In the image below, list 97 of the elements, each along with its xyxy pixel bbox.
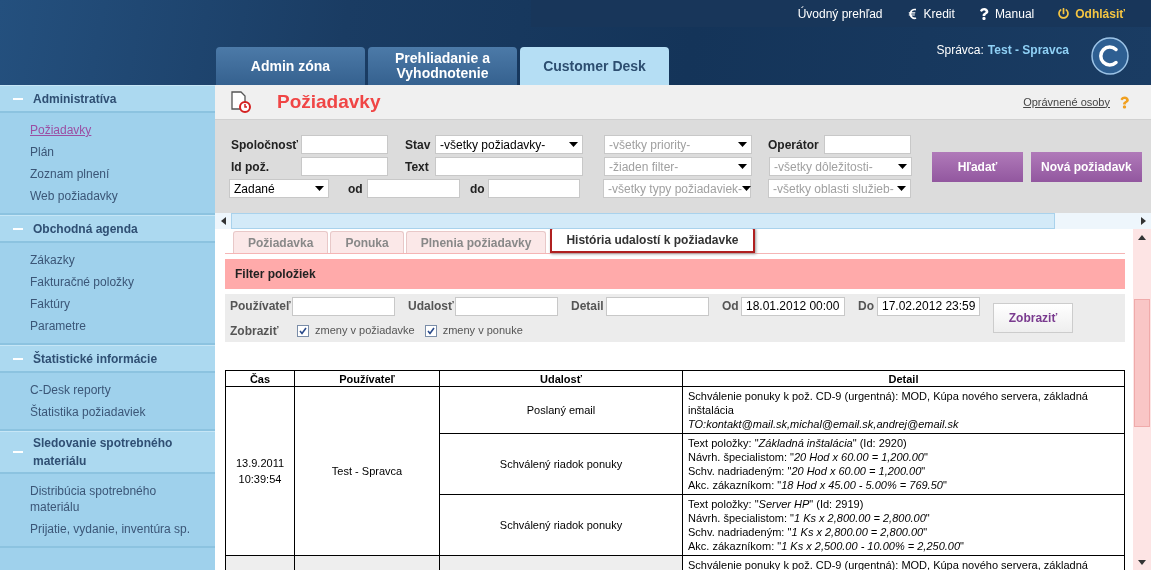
select-field[interactable]: -všetky priority- bbox=[604, 135, 752, 154]
top-link[interactable]: Manual bbox=[978, 4, 1035, 23]
checkbox[interactable] bbox=[297, 324, 309, 337]
top-link[interactable]: Odhlásiť bbox=[1058, 4, 1125, 23]
column-header: Používateľ bbox=[294, 370, 440, 387]
dropdown-caret-icon bbox=[315, 186, 324, 191]
horizontal-scrollbar[interactable] bbox=[215, 213, 1151, 229]
sidebar-link[interactable]: Parametre bbox=[30, 318, 199, 334]
vertical-scrollbar[interactable] bbox=[1133, 229, 1151, 570]
sidebar-link[interactable]: Zoznam plnení bbox=[30, 166, 199, 182]
input-field[interactable] bbox=[824, 135, 911, 154]
sidebar-section-header[interactable]: Administratíva bbox=[0, 85, 215, 113]
column-header: Detail bbox=[682, 370, 1125, 387]
field-label: Od bbox=[722, 298, 740, 315]
select-field[interactable]: -všetky požiadavky- bbox=[435, 135, 583, 154]
search-button[interactable]: Hľadať bbox=[932, 151, 1023, 182]
sidebar-link[interactable]: Web požiadavky bbox=[30, 188, 199, 204]
select-field[interactable]: Zadané bbox=[229, 179, 329, 198]
main-tab[interactable]: Customer Desk bbox=[520, 47, 669, 85]
select-field[interactable]: -žiaden filter- bbox=[604, 157, 752, 176]
checkbox[interactable] bbox=[424, 324, 437, 337]
power-icon bbox=[1058, 8, 1070, 19]
field-label: Udalosť bbox=[408, 298, 455, 315]
page-title: Požiadavky bbox=[277, 89, 381, 114]
field-label: Text bbox=[405, 158, 430, 176]
logo-icon bbox=[1091, 37, 1129, 75]
input-field[interactable]: 17.02.2012 23:59 bbox=[877, 296, 980, 316]
sidebar-section-header[interactable]: Sledovanie spotrebného materiálu bbox=[0, 431, 215, 474]
sidebar-section-header[interactable]: Štatistické informácie bbox=[0, 345, 215, 373]
input-field[interactable] bbox=[455, 296, 558, 316]
user-label: Správca: bbox=[936, 42, 984, 59]
event-cell: Schválený riadok ponuky bbox=[439, 433, 683, 495]
dropdown-caret-icon bbox=[738, 164, 747, 169]
field-label: Zobraziť bbox=[230, 322, 280, 340]
new-request-button[interactable]: Nová požiadavk bbox=[1031, 151, 1142, 182]
top-link[interactable]: Úvodný prehľad bbox=[797, 4, 883, 23]
help-icon bbox=[978, 7, 989, 20]
sidebar-link[interactable]: Faktúry bbox=[30, 296, 199, 312]
user-cell: Test - Spravca bbox=[294, 386, 440, 556]
dropdown-caret-icon bbox=[738, 142, 747, 147]
sidebar-link[interactable]: C-Desk reporty bbox=[30, 382, 199, 398]
field-label: Do bbox=[858, 298, 875, 315]
dropdown-caret-icon bbox=[897, 186, 906, 191]
input-field[interactable] bbox=[435, 157, 583, 176]
field-label: od bbox=[347, 180, 364, 198]
user-name: Test - Spravca bbox=[987, 42, 1069, 59]
input-field[interactable] bbox=[301, 135, 388, 154]
sidebar-link[interactable]: Štatistika požiadaviek bbox=[30, 404, 199, 420]
checkbox-label: zmeny v ponuke bbox=[442, 323, 523, 339]
column-header: Udalosť bbox=[439, 370, 683, 387]
sidebar-link[interactable]: Fakturačné položky bbox=[30, 274, 199, 290]
sidebar-link[interactable]: Požiadavky bbox=[30, 122, 199, 138]
detail-tab[interactable]: História udalostí k požiadavke bbox=[550, 229, 755, 253]
field-label: do bbox=[469, 180, 486, 198]
authorized-persons-link[interactable]: Oprávnené osoby bbox=[1023, 93, 1110, 111]
input-field[interactable] bbox=[301, 157, 388, 176]
euro-icon bbox=[906, 7, 918, 20]
input-field[interactable] bbox=[606, 296, 709, 316]
detail-cell: Schválenie ponuky k pož. CD-9 (urgentná): MOD, Kúpa nového servera, základná inštalácia TO:kontakt@mail.sk,michal@email.sk,andrej@email.sk bbox=[682, 386, 1125, 434]
sidebar-link[interactable]: Zákazky bbox=[30, 252, 199, 268]
field-label: Detail bbox=[571, 298, 605, 315]
sidebar-link[interactable]: Plán bbox=[30, 144, 199, 160]
input-field[interactable] bbox=[367, 179, 460, 198]
filter-header: Filter položiek bbox=[225, 259, 1125, 289]
event-cell: Poslaný email bbox=[439, 386, 683, 434]
input-field[interactable]: 18.01.2012 00:00 bbox=[741, 296, 845, 316]
field-label: Stav bbox=[405, 136, 432, 154]
field-label: Operátor bbox=[768, 136, 820, 154]
main-tab[interactable]: Prehliadanie a Vyhodnotenie bbox=[368, 47, 517, 85]
field-label: Spoločnosť bbox=[230, 136, 300, 154]
document-clock-icon bbox=[230, 91, 252, 113]
column-header: Čas bbox=[225, 370, 295, 387]
dropdown-caret-icon bbox=[569, 142, 578, 147]
select-field[interactable]: -všetky dôležitosti- bbox=[769, 157, 912, 176]
help-icon[interactable] bbox=[1120, 95, 1129, 109]
input-field[interactable] bbox=[488, 179, 580, 198]
field-label: Id pož. bbox=[230, 158, 270, 176]
dropdown-caret-icon bbox=[898, 164, 907, 169]
detail-tab[interactable]: Plnenia požiadavky bbox=[405, 231, 547, 253]
show-button[interactable]: Zobraziť bbox=[993, 303, 1073, 333]
input-field[interactable] bbox=[292, 296, 395, 316]
detail-tab[interactable]: Ponuka bbox=[330, 231, 404, 253]
event-cell: Schválený riadok ponuky bbox=[439, 494, 683, 556]
checkbox-label: zmeny v požiadavke bbox=[315, 323, 415, 339]
detail-cell: Text položky: "Server HP" (Id: 2919) Návrh. špecialistom: "1 Ks x 2,800.00 = 2,800.00" Schv. nadriadeným: "1 Ks x 2,800.00 = 2,800.00" Akc. zákazníkom: "1 Ks x 2,500.00 - 10.00% = 2,250.00" bbox=[682, 494, 1125, 556]
sidebar-link[interactable]: Distribúcia spotrebného materiálu bbox=[30, 483, 199, 515]
detail-tab[interactable]: Požiadavka bbox=[233, 231, 329, 253]
select-field[interactable]: -všetky typy požiadaviek- bbox=[603, 179, 751, 198]
dropdown-caret-icon bbox=[742, 186, 752, 191]
top-link[interactable]: Kredit bbox=[906, 4, 955, 23]
sidebar-link[interactable]: Prijatie, vydanie, inventúra sp. bbox=[30, 521, 199, 537]
field-label: Používateľ bbox=[230, 298, 292, 315]
main-tab[interactable]: Admin zóna bbox=[216, 47, 365, 85]
select-field[interactable]: -všetky oblasti služieb- bbox=[768, 179, 911, 198]
detail-cell: Text položky: "Základná inštalácia" (Id: 2920) Návrh. špecialistom: "20 Hod x 60.00 = 1,200.00" Schv. nadriadeným: "20 Hod x 60.00 = 1,200.00" Akc. zákazníkom: "18 Hod x 45.00 - 5.00% = 769.50" bbox=[682, 433, 1125, 495]
time-cell: 13.9.2011 10:39:54 bbox=[225, 386, 295, 556]
sidebar-section-header[interactable]: Obchodná agenda bbox=[0, 215, 215, 243]
